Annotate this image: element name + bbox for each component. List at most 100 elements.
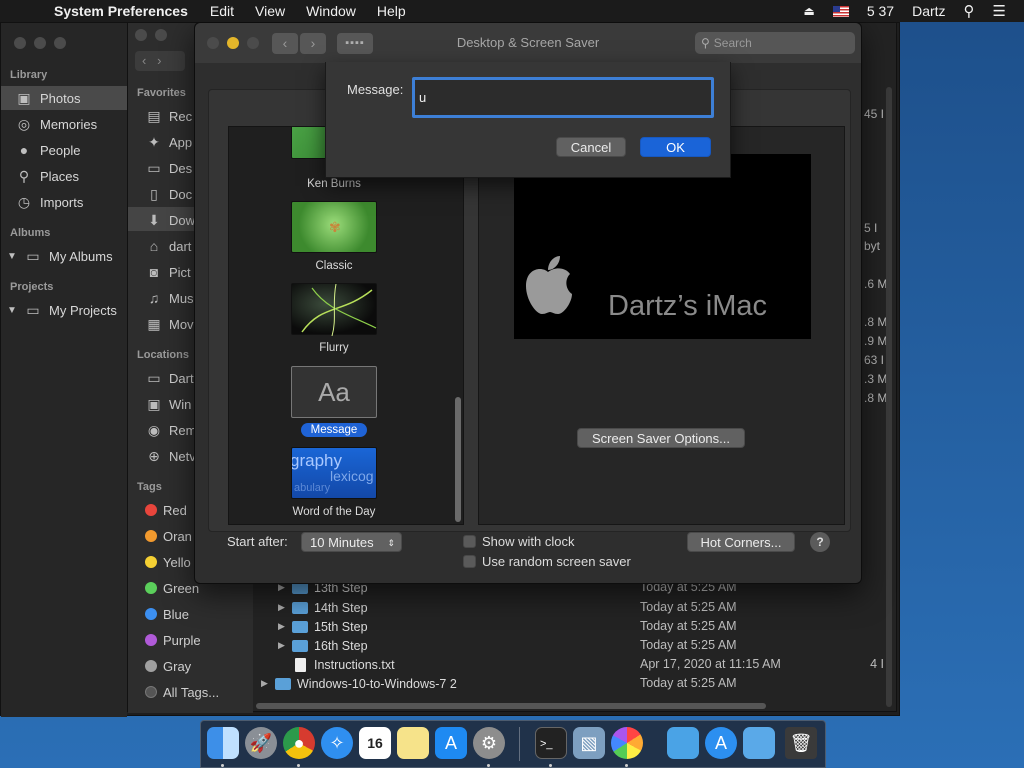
preview-screen: Dartz’s iMac <box>514 154 811 339</box>
thumb-message[interactable]: Aa <box>291 366 377 418</box>
calendar-icon[interactable]: 16 <box>359 727 391 759</box>
sidebar-tag-red[interactable]: Red <box>145 500 187 520</box>
sidebar-item-desktop[interactable]: ▭ Des <box>145 158 192 178</box>
sidebar-item-downloads[interactable]: ⬇ Dow <box>145 210 195 230</box>
random-screen-saver-checkbox[interactable]: Use random screen saver <box>463 554 631 569</box>
sidebar-tag-green[interactable]: Green <box>145 578 199 598</box>
sidebar-tag-blue[interactable]: Blue <box>145 604 189 624</box>
hot-corners-button[interactable]: Hot Corners... <box>687 532 795 552</box>
terminal-icon[interactable]: >_ <box>535 727 567 759</box>
sidebar-tag-yellow[interactable]: Yello <box>145 552 191 572</box>
tag-dot-icon <box>145 608 157 620</box>
sidebar-item-photos[interactable]: ▣ Photos <box>15 87 80 109</box>
menu-app-name[interactable]: System Preferences <box>54 3 188 19</box>
sidebar-item-applications[interactable]: ✦ App <box>145 132 192 152</box>
sidebar-item-movies[interactable]: ▦ Mov <box>145 314 193 334</box>
table-row[interactable]: ▶ 16th Step <box>278 636 368 655</box>
close-icon[interactable] <box>135 29 147 41</box>
spotlight-search-icon[interactable]: ⚲ <box>964 2 975 20</box>
disclosure-triangle-icon[interactable]: ▶ <box>278 621 292 632</box>
launchpad-icon[interactable]: 🚀 <box>245 727 277 759</box>
sidebar-item-my-albums[interactable]: ▼ ▭ My Albums <box>7 245 113 267</box>
sidebar-item-computer[interactable]: ▭ Dart <box>145 368 193 388</box>
applications-folder-icon[interactable] <box>667 727 699 759</box>
notes-icon[interactable] <box>397 727 429 759</box>
menu-view[interactable]: View <box>255 3 285 19</box>
table-row[interactable]: Instructions.txt <box>278 655 395 674</box>
notification-center-icon[interactable]: ☰ <box>993 2 1006 20</box>
sidebar-tag-all[interactable]: All Tags... <box>145 682 219 702</box>
safari-icon[interactable]: ✧ <box>321 727 353 759</box>
finder-icon[interactable] <box>207 727 239 759</box>
message-input[interactable] <box>412 77 714 118</box>
stepper-arrows-icon: ⇕ <box>387 538 395 548</box>
sidebar-item-my-projects[interactable]: ▼ ▭ My Projects <box>7 299 117 321</box>
show-with-clock-checkbox[interactable]: Show with clock <box>463 534 574 549</box>
app-store-icon[interactable]: A <box>435 727 467 759</box>
sidebar-tag-orange[interactable]: Oran <box>145 526 192 546</box>
sidebar-item-windows-disk[interactable]: ▣ Win <box>145 394 191 414</box>
close-icon[interactable] <box>14 37 26 49</box>
input-source-flag-icon[interactable] <box>832 5 849 17</box>
preview-app-icon[interactable]: ▧ <box>573 727 605 759</box>
finder-horizontal-scrollbar[interactable] <box>256 703 766 709</box>
sidebar-item-recents[interactable]: ▤ Rec <box>145 106 192 126</box>
zoom-icon[interactable] <box>54 37 66 49</box>
sidebar-item-memories[interactable]: ◎ Memories <box>15 113 97 135</box>
cancel-button[interactable]: Cancel <box>556 137 626 157</box>
sidebar-item-network[interactable]: ⊕ Netv <box>145 446 196 466</box>
app-store-downloads-icon[interactable]: A <box>705 727 737 759</box>
thumb-classic[interactable]: ✾ <box>291 201 377 253</box>
ok-button[interactable]: OK <box>640 137 711 157</box>
disclosure-triangle-icon[interactable]: ▶ <box>278 602 292 613</box>
downloads-folder-icon[interactable] <box>743 727 775 759</box>
sidebar-item-places[interactable]: ⚲ Places <box>15 165 79 187</box>
search-input[interactable] <box>713 36 844 50</box>
menubar-clock[interactable]: 5 37 <box>867 3 894 19</box>
menu-window[interactable]: Window <box>306 3 356 19</box>
sidebar-item-music[interactable]: ♫ Mus <box>145 288 194 308</box>
list-scrollbar[interactable] <box>455 397 461 522</box>
pin-icon: ⚲ <box>18 167 30 184</box>
disclosure-triangle-icon[interactable]: ▶ <box>261 678 275 689</box>
checkbox-box[interactable] <box>463 535 476 548</box>
sidebar-tag-gray[interactable]: Gray <box>145 656 191 676</box>
thumb-flurry[interactable] <box>291 283 377 336</box>
disclosure-triangle-icon[interactable]: ▼ <box>7 305 17 316</box>
photos-app-icon[interactable] <box>611 727 643 759</box>
chrome-icon[interactable]: ● <box>283 727 315 759</box>
menu-help[interactable]: Help <box>377 3 406 19</box>
size-fragment: 45 I <box>864 107 885 121</box>
eject-icon[interactable]: ⏏ <box>804 4 815 18</box>
sidebar-item-people[interactable]: ● People <box>15 139 81 161</box>
disclosure-triangle-icon[interactable]: ▼ <box>7 251 17 262</box>
minimize-icon[interactable] <box>155 29 167 41</box>
start-after-select[interactable]: 10 Minutes ⇕ <box>301 532 402 552</box>
minimize-icon[interactable] <box>34 37 46 49</box>
table-row[interactable]: ▶ 14th Step <box>278 598 368 617</box>
finder-scrollbar[interactable] <box>886 87 892 707</box>
start-after-value: 10 Minutes <box>310 535 374 550</box>
system-preferences-icon[interactable]: ⚙ <box>473 727 505 759</box>
screen-saver-list[interactable]: Ken Burns ✾ Classic Flurry Aa Message gr… <box>228 126 464 525</box>
table-row[interactable]: ▶ Windows-10-to-Windows-7 2 <box>261 674 457 693</box>
recents-icon: ▤ <box>147 107 161 124</box>
disclosure-triangle-icon[interactable]: ▶ <box>278 640 292 651</box>
sidebar-item-home[interactable]: ⌂ dart <box>145 236 192 256</box>
tag-dot-icon <box>145 530 157 542</box>
screen-saver-options-button[interactable]: Screen Saver Options... <box>577 428 745 448</box>
help-button[interactable]: ? <box>810 532 830 552</box>
thumb-word-of-the-day[interactable]: graphy lexicog abulary <box>291 447 377 499</box>
menu-edit[interactable]: Edit <box>210 3 234 19</box>
finder-back-forward[interactable]: ‹ › <box>135 51 185 71</box>
sidebar-item-imports[interactable]: ◷ Imports <box>15 191 83 213</box>
sidebar-item-documents[interactable]: ▯ Doc <box>145 184 192 204</box>
menubar-user[interactable]: Dartz <box>912 3 945 19</box>
checkbox-box[interactable] <box>463 555 476 568</box>
search-field[interactable]: ⚲ <box>695 32 855 54</box>
sidebar-item-pictures[interactable]: ◙ Pict <box>145 262 191 282</box>
table-row[interactable]: ▶ 15th Step <box>278 617 368 636</box>
sidebar-tag-purple[interactable]: Purple <box>145 630 201 650</box>
sidebar-item-remote-disc[interactable]: ◉ Rem <box>145 420 197 440</box>
trash-icon[interactable]: 🗑 <box>785 727 817 759</box>
